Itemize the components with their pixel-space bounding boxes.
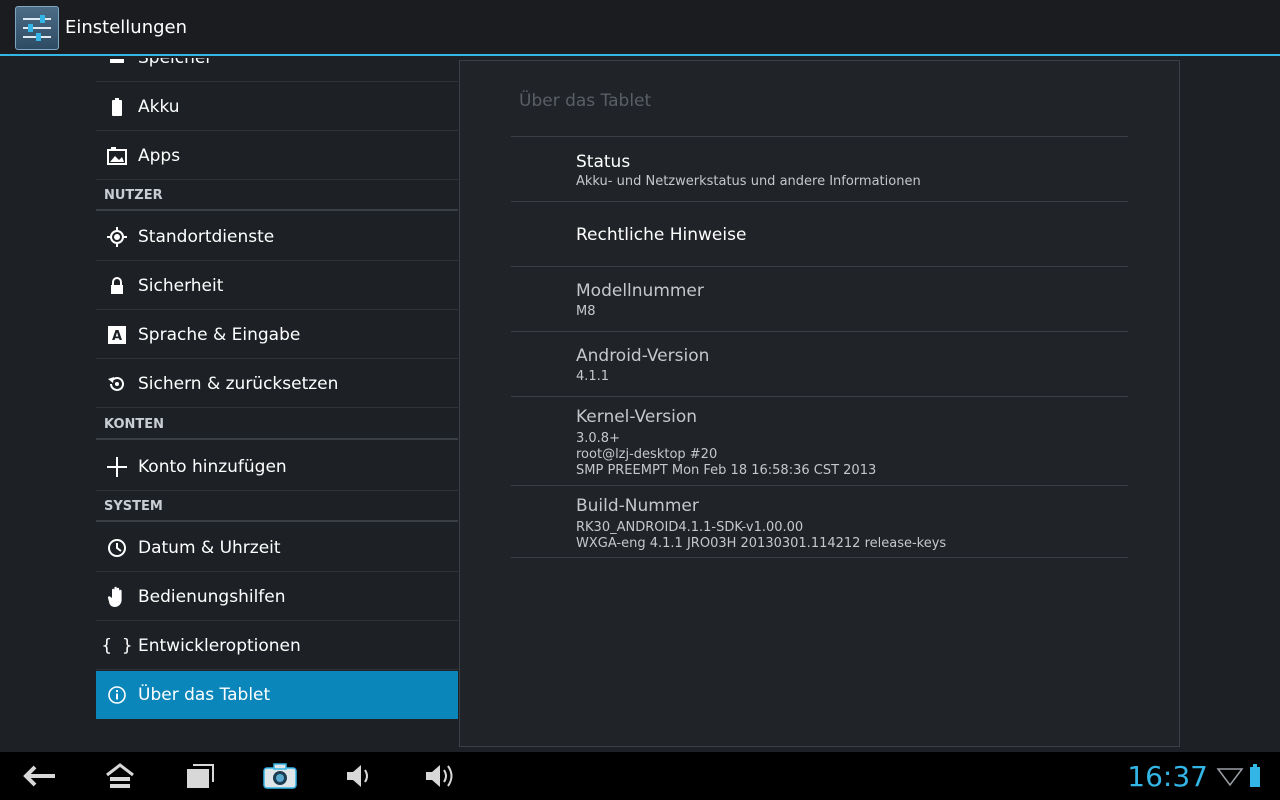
home-icon — [106, 763, 134, 788]
back-button[interactable] — [20, 758, 60, 794]
pref-title: Status — [576, 152, 631, 172]
storage-icon — [96, 58, 138, 82]
wifi-status — [1216, 758, 1244, 794]
recent-apps-icon — [187, 764, 214, 788]
braces-icon: { } — [101, 635, 133, 656]
sidebar-item-storage[interactable]: Speicher — [96, 58, 458, 82]
screenshot-button[interactable] — [258, 758, 302, 794]
pref-android-version[interactable]: Android-Version 4.1.1 — [511, 331, 1128, 396]
status-clock[interactable]: 16:37 — [1127, 760, 1208, 793]
sidebar-item-location[interactable]: Standortdienste — [96, 213, 458, 261]
sidebar-item-label: Entwickleroptionen — [138, 635, 301, 656]
sidebar-item-language[interactable]: A Sprache & Eingabe — [96, 311, 458, 359]
svg-text:A: A — [112, 329, 122, 344]
sidebar-item-label: Sprache & Eingabe — [138, 324, 301, 345]
pref-summary-line: 3.0.8+ — [576, 431, 620, 446]
hand-icon — [96, 573, 138, 621]
sidebar-item-developer-options[interactable]: { } Entwickleroptionen — [96, 622, 458, 670]
pref-summary: Akku- und Netzwerkstatus und andere Info… — [576, 174, 921, 189]
add-icon — [96, 443, 138, 491]
battery-icon — [96, 83, 138, 131]
sidebar-item-label: Akku — [138, 96, 180, 117]
sidebar-item-backup[interactable]: Sichern & zurücksetzen — [96, 360, 458, 408]
clock-icon — [96, 524, 138, 572]
pref-build-number[interactable]: Build-Nummer RK30_ANDROID4.1.1-SDK-v1.00… — [511, 485, 1128, 558]
pref-summary-line: WXGA-eng 4.1.1 JRO03H 20130301.114212 re… — [576, 536, 947, 551]
sidebar-item-label: Apps — [138, 145, 181, 166]
settings-app-icon[interactable] — [15, 6, 59, 50]
info-icon — [96, 671, 138, 719]
pref-status[interactable]: Status Akku- und Netzwerkstatus und ande… — [511, 136, 1128, 201]
pref-title: Modellnummer — [576, 281, 704, 301]
pref-legal-info[interactable]: Rechtliche Hinweise — [511, 201, 1128, 266]
navigation-bar: 16:37 — [0, 752, 1280, 800]
sidebar-item-security[interactable]: Sicherheit — [96, 262, 458, 310]
sidebar-item-date-time[interactable]: Datum & Uhrzeit — [96, 524, 458, 572]
location-icon — [96, 213, 138, 261]
sidebar-item-label: Datum & Uhrzeit — [138, 537, 281, 558]
pref-title: Build-Nummer — [576, 496, 699, 516]
sidebar-item-about-tablet[interactable]: Über das Tablet — [96, 671, 458, 719]
pref-summary: 4.1.1 — [576, 369, 610, 384]
sidebar-item-battery[interactable]: Akku — [96, 83, 458, 131]
pref-title: Rechtliche Hinweise — [576, 225, 747, 245]
lock-icon — [96, 262, 138, 310]
sidebar-item-label: Konto hinzufügen — [138, 456, 287, 477]
sidebar-item-label: Speicher — [138, 58, 212, 68]
app-title: Einstellungen — [65, 17, 188, 38]
pref-summary: M8 — [576, 304, 596, 319]
backup-icon — [96, 360, 138, 408]
camera-icon — [263, 763, 297, 789]
section-header-system: SYSTEM — [96, 492, 458, 522]
language-icon: A — [96, 311, 138, 359]
pref-summary-line: RK30_ANDROID4.1.1-SDK-v1.00.00 — [576, 520, 804, 535]
pref-summary-line: SMP PREEMPT Mon Feb 18 16:58:36 CST 2013 — [576, 463, 877, 478]
sidebar-item-add-account[interactable]: Konto hinzufügen — [96, 443, 458, 491]
pref-kernel-version: Kernel-Version 3.0.8+ root@lzj-desktop #… — [511, 396, 1128, 485]
action-bar: Einstellungen — [0, 0, 1280, 56]
volume-up-button[interactable] — [420, 758, 460, 794]
pref-title: Android-Version — [576, 346, 710, 366]
sidebar-item-label: Bedienungshilfen — [138, 586, 286, 607]
sidebar-item-accessibility[interactable]: Bedienungshilfen — [96, 573, 458, 621]
home-button[interactable] — [100, 758, 140, 794]
settings-list[interactable]: Speicher Akku Apps NUTZER Standortdienst… — [96, 58, 458, 720]
pref-summary-line: root@lzj-desktop #20 — [576, 447, 718, 462]
sidebar-item-label: Standortdienste — [138, 226, 275, 247]
battery-status — [1248, 758, 1262, 794]
apps-icon — [96, 132, 138, 180]
section-header-konten: KONTEN — [96, 410, 458, 440]
sidebar-item-label: Sichern & zurücksetzen — [138, 373, 339, 394]
pref-model-number: Modellnummer M8 — [511, 266, 1128, 331]
back-icon — [23, 765, 55, 787]
volume-up-icon — [426, 765, 453, 787]
sidebar-item-label: Sicherheit — [138, 275, 224, 296]
volume-down-button[interactable] — [340, 758, 376, 794]
section-header-nutzer: NUTZER — [96, 181, 458, 211]
sidebar-item-label: Über das Tablet — [138, 685, 271, 705]
pref-title: Kernel-Version — [576, 407, 698, 427]
panel-title: Über das Tablet — [519, 91, 652, 111]
about-tablet-panel: Über das Tablet Status Akku- und Netzwer… — [459, 60, 1180, 747]
sidebar-item-apps[interactable]: Apps — [96, 132, 458, 180]
recent-apps-button[interactable] — [180, 758, 220, 794]
volume-down-icon — [347, 765, 368, 787]
battery-status-icon — [1250, 764, 1260, 787]
wifi-icon — [1216, 768, 1244, 787]
